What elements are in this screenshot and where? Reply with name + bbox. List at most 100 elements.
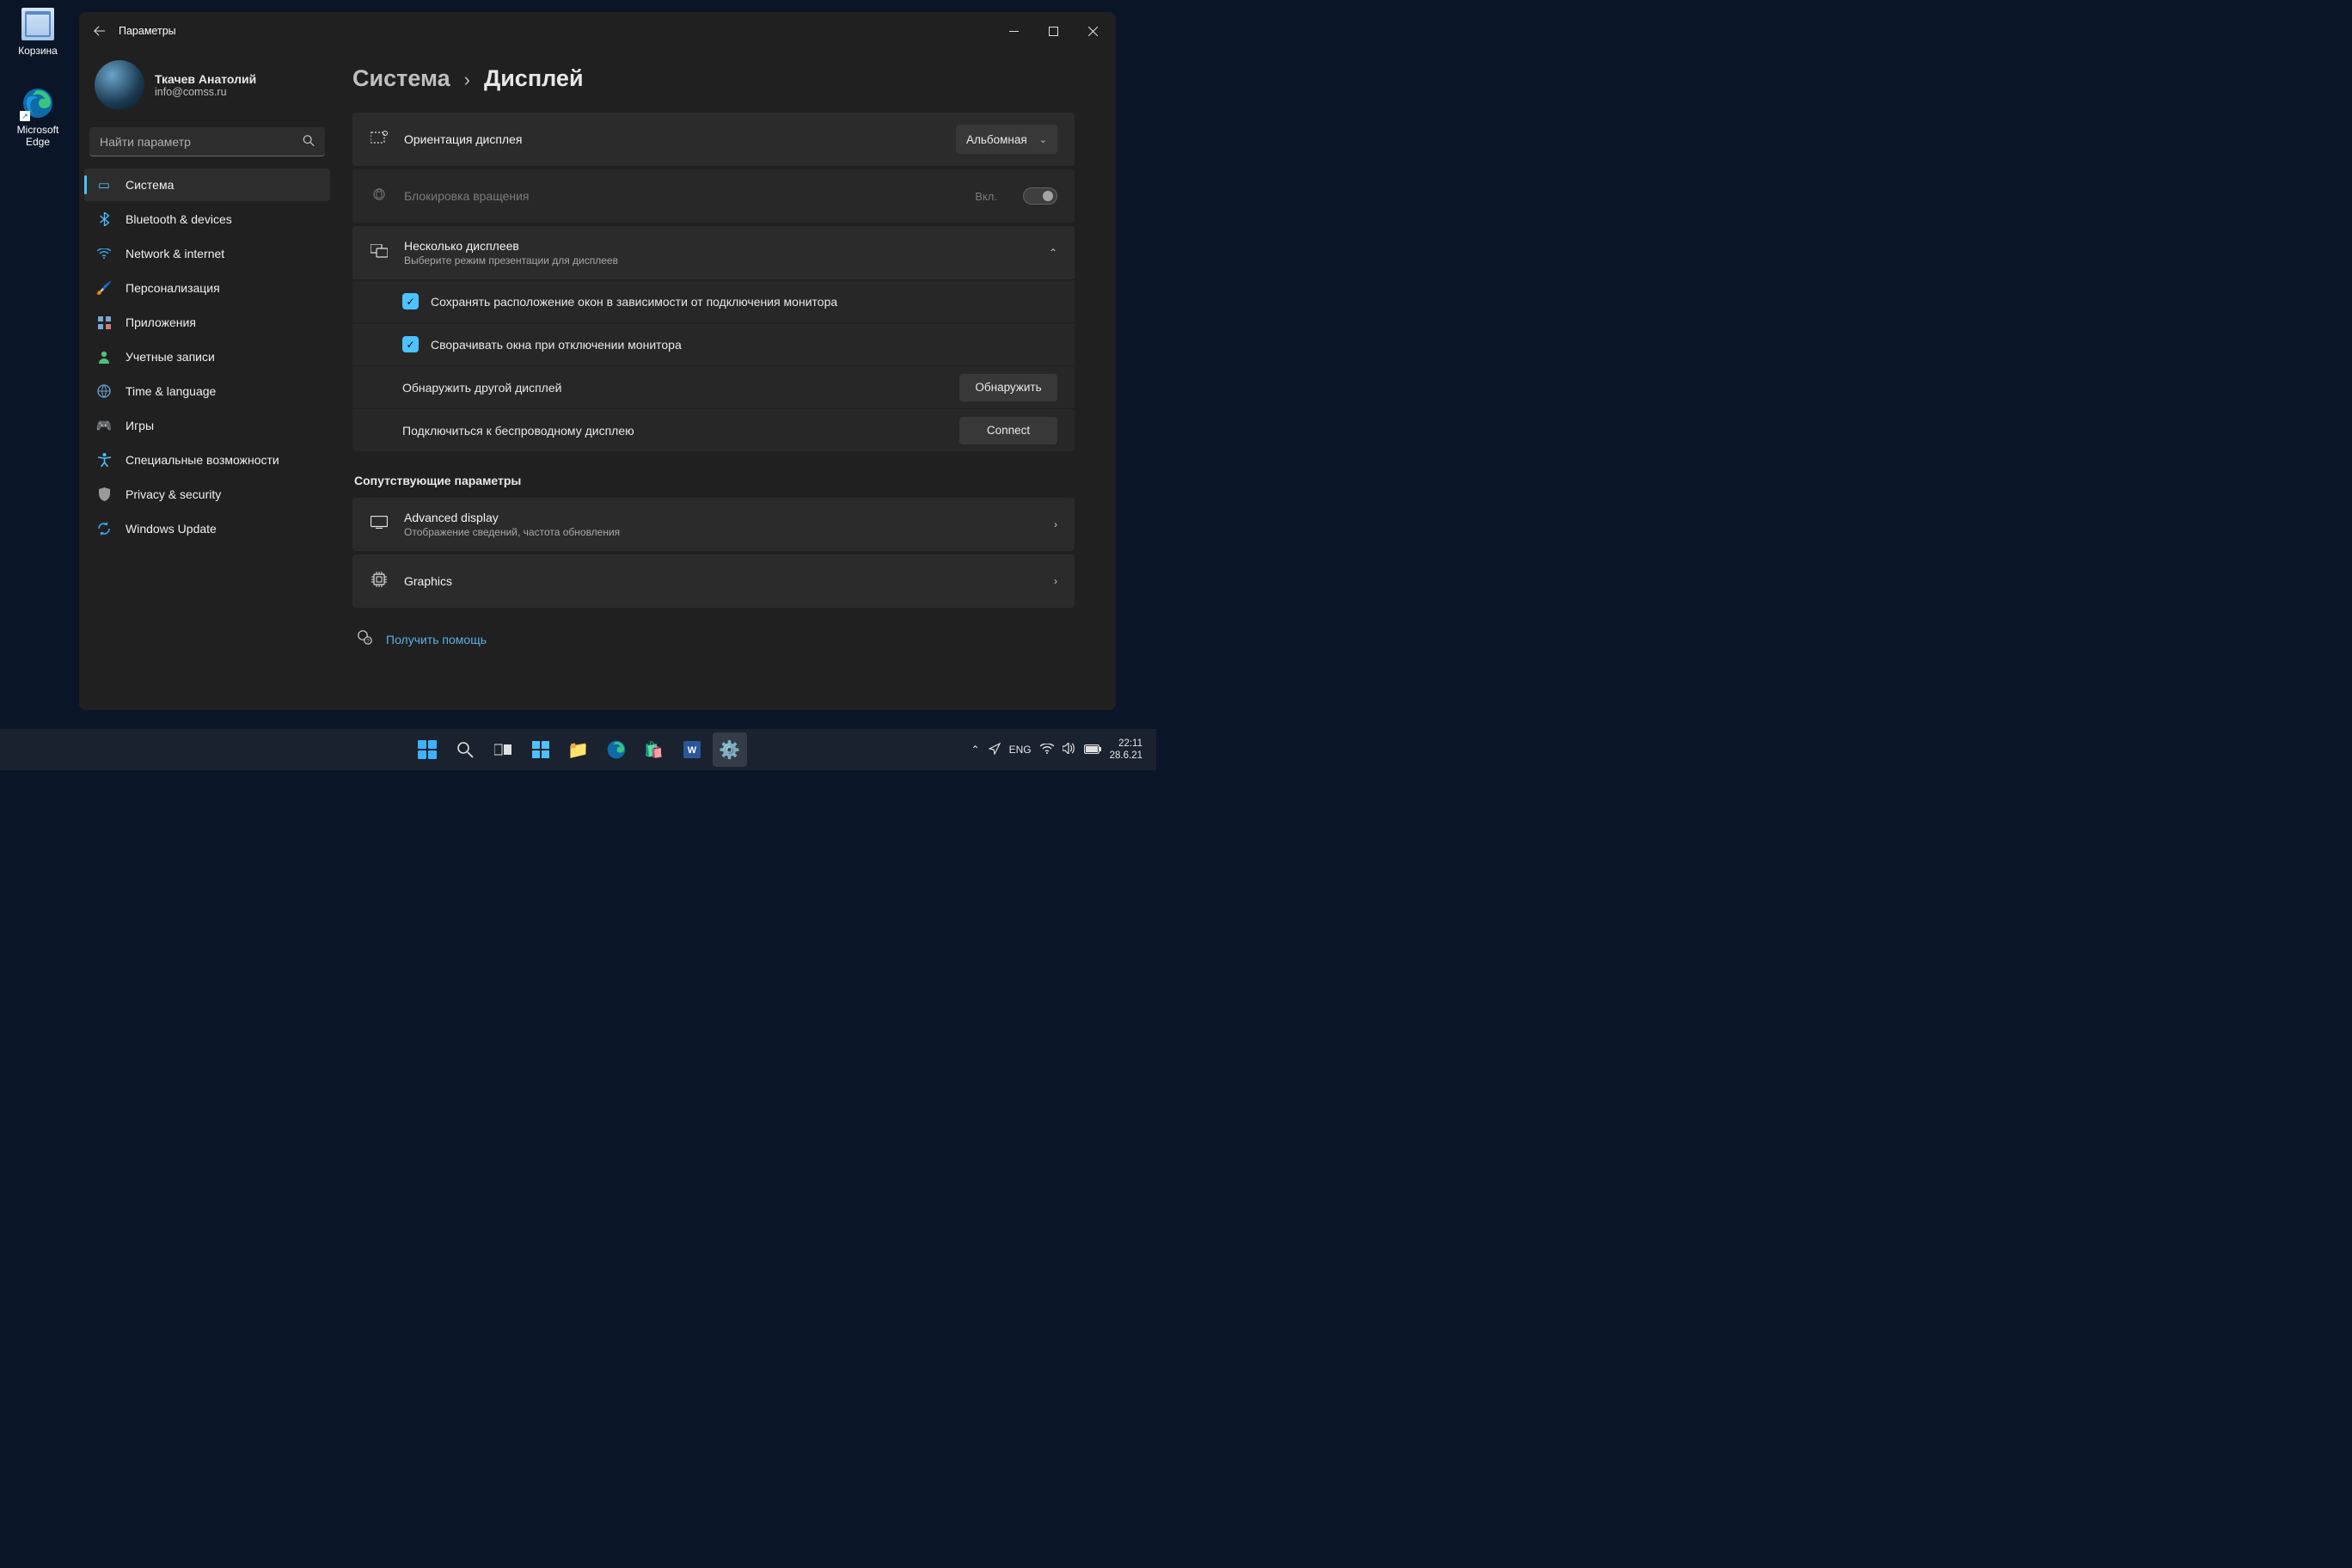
row-graphics[interactable]: Graphics › — [352, 554, 1075, 608]
maximize-icon — [1049, 27, 1058, 36]
profile-name: Ткачев Анатолий — [155, 72, 256, 86]
taskbar-explorer-button[interactable]: 📁 — [561, 732, 596, 767]
system-tray[interactable]: ⌃ ENG 22:11 28.6.21 — [966, 729, 1148, 770]
maximize-button[interactable] — [1033, 17, 1073, 45]
bluetooth-icon — [96, 211, 112, 227]
taskbar-clock[interactable]: 22:11 28.6.21 — [1110, 738, 1142, 763]
row-minimize-on-disconnect[interactable]: ✓ Сворачивать окна при отключении монито… — [352, 322, 1075, 365]
svg-text:W: W — [687, 745, 696, 756]
row-wireless-display: Подключиться к беспроводному дисплею Con… — [352, 408, 1075, 451]
desktop-icon-edge[interactable]: ↗ Microsoft Edge — [7, 86, 69, 148]
row-title: Несколько дисплеев — [404, 239, 1026, 253]
minimize-icon — [1009, 27, 1019, 36]
profile-block[interactable]: Ткачев Анатолий info@comss.ru — [84, 55, 330, 124]
word-icon: W — [683, 741, 701, 758]
nav-accounts[interactable]: Учетные записи — [84, 340, 330, 373]
taskbar-settings-button[interactable]: ⚙️ — [713, 732, 747, 767]
profile-email: info@comss.ru — [155, 86, 256, 98]
battery-icon[interactable] — [1084, 744, 1101, 756]
nav-windows-update[interactable]: Windows Update — [84, 512, 330, 545]
shield-icon — [96, 487, 112, 502]
chevron-right-icon: › — [1054, 518, 1057, 530]
minimize-button[interactable] — [994, 17, 1033, 45]
detect-button[interactable]: Обнаружить — [959, 374, 1057, 401]
orientation-select[interactable]: Альбомная ⌄ — [956, 125, 1057, 154]
chevron-up-icon[interactable]: ⌃ — [971, 744, 980, 756]
get-help-link[interactable]: ? Получить помощь — [352, 630, 1075, 648]
search-field — [89, 127, 325, 156]
nav-network[interactable]: Network & internet — [84, 237, 330, 270]
chevron-up-icon[interactable]: ⌃ — [1049, 247, 1057, 259]
row-remember-windows[interactable]: ✓ Сохранять расположение окон в зависимо… — [352, 279, 1075, 322]
row-title: Advanced display — [404, 511, 1032, 524]
window-title: Параметры — [119, 25, 176, 37]
desktop-icon-label: Microsoft Edge — [7, 124, 69, 148]
row-subtitle: Отображение сведений, частота обновления — [404, 526, 1032, 538]
language-indicator[interactable]: ENG — [1009, 744, 1032, 756]
checkbox-checked[interactable]: ✓ — [402, 336, 419, 352]
search-input[interactable] — [89, 127, 325, 156]
clock-time: 22:11 — [1110, 738, 1142, 750]
row-rotation-lock: Блокировка вращения Вкл. — [352, 169, 1075, 223]
wifi-icon[interactable] — [1040, 744, 1054, 756]
search-icon — [456, 741, 474, 758]
taskbar: 📁 🛍️ W ⚙️ ⌃ ENG 22:11 28.6.21 — [0, 729, 1156, 770]
nav-games[interactable]: 🎮 Игры — [84, 409, 330, 442]
taskbar-taskview-button[interactable] — [486, 732, 520, 767]
globe-clock-icon — [96, 383, 112, 399]
row-multi-display[interactable]: Несколько дисплеев Выберите режим презен… — [352, 226, 1075, 279]
rotation-lock-toggle[interactable] — [1023, 187, 1057, 205]
row-title: Ориентация дисплея — [404, 132, 940, 146]
help-link-text: Получить помощь — [386, 633, 487, 646]
arrow-left-icon — [94, 25, 106, 37]
chevron-right-icon: › — [1054, 575, 1057, 587]
titlebar: Параметры — [79, 12, 1116, 50]
row-title: Блокировка вращения — [404, 189, 959, 203]
nav-label: Учетные записи — [126, 350, 215, 364]
nav-privacy[interactable]: Privacy & security — [84, 478, 330, 511]
nav-apps[interactable]: Приложения — [84, 306, 330, 339]
taskview-icon — [494, 743, 511, 756]
nav-bluetooth[interactable]: Bluetooth & devices — [84, 203, 330, 236]
taskbar-edge-button[interactable] — [599, 732, 634, 767]
back-button[interactable] — [83, 14, 117, 48]
chevron-right-icon: › — [464, 69, 470, 91]
location-icon[interactable] — [989, 743, 1001, 757]
settings-window: Параметры Ткачев Анатолий info@comss.ru — [79, 12, 1116, 710]
content-area: Система › Дисплей Ориентация дисплея Аль… — [335, 50, 1116, 710]
update-icon — [96, 521, 112, 536]
nav-accessibility[interactable]: Специальные возможности — [84, 444, 330, 476]
taskbar-start-button[interactable] — [410, 732, 444, 767]
windows-logo-icon — [418, 740, 437, 759]
close-button[interactable] — [1073, 17, 1112, 45]
volume-icon[interactable] — [1063, 743, 1075, 756]
nav-label: Privacy & security — [126, 487, 221, 501]
nav-time-language[interactable]: Time & language — [84, 375, 330, 407]
widgets-icon — [532, 741, 549, 758]
help-icon: ? — [358, 630, 372, 648]
nav-label: Time & language — [126, 384, 216, 398]
nav-personalization[interactable]: 🖌️ Персонализация — [84, 272, 330, 304]
taskbar-store-button[interactable]: 🛍️ — [637, 732, 671, 767]
row-title: Подключиться к беспроводному дисплею — [402, 424, 947, 438]
connect-button[interactable]: Connect — [959, 417, 1057, 444]
avatar — [95, 60, 144, 110]
sidebar: Ткачев Анатолий info@comss.ru ▭ Система — [79, 50, 335, 710]
taskbar-search-button[interactable] — [448, 732, 482, 767]
taskbar-widgets-button[interactable] — [524, 732, 558, 767]
breadcrumb-parent[interactable]: Система — [352, 65, 450, 92]
apps-icon — [96, 315, 112, 330]
nav-system[interactable]: ▭ Система — [84, 168, 330, 201]
nav-label: Система — [126, 178, 174, 192]
edge-browser-icon — [607, 740, 626, 759]
folder-icon: 📁 — [567, 739, 589, 761]
taskbar-word-button[interactable]: W — [675, 732, 709, 767]
row-advanced-display[interactable]: Advanced display Отображение сведений, ч… — [352, 498, 1075, 551]
desktop-icon-recycle-bin[interactable]: Корзина — [7, 7, 69, 57]
row-orientation[interactable]: Ориентация дисплея Альбомная ⌄ — [352, 113, 1075, 166]
recycle-bin-icon — [21, 8, 54, 40]
monitor-icon: ▭ — [96, 177, 112, 193]
nav-label: Игры — [126, 419, 154, 432]
nav-label: Персонализация — [126, 281, 220, 295]
checkbox-checked[interactable]: ✓ — [402, 293, 419, 309]
